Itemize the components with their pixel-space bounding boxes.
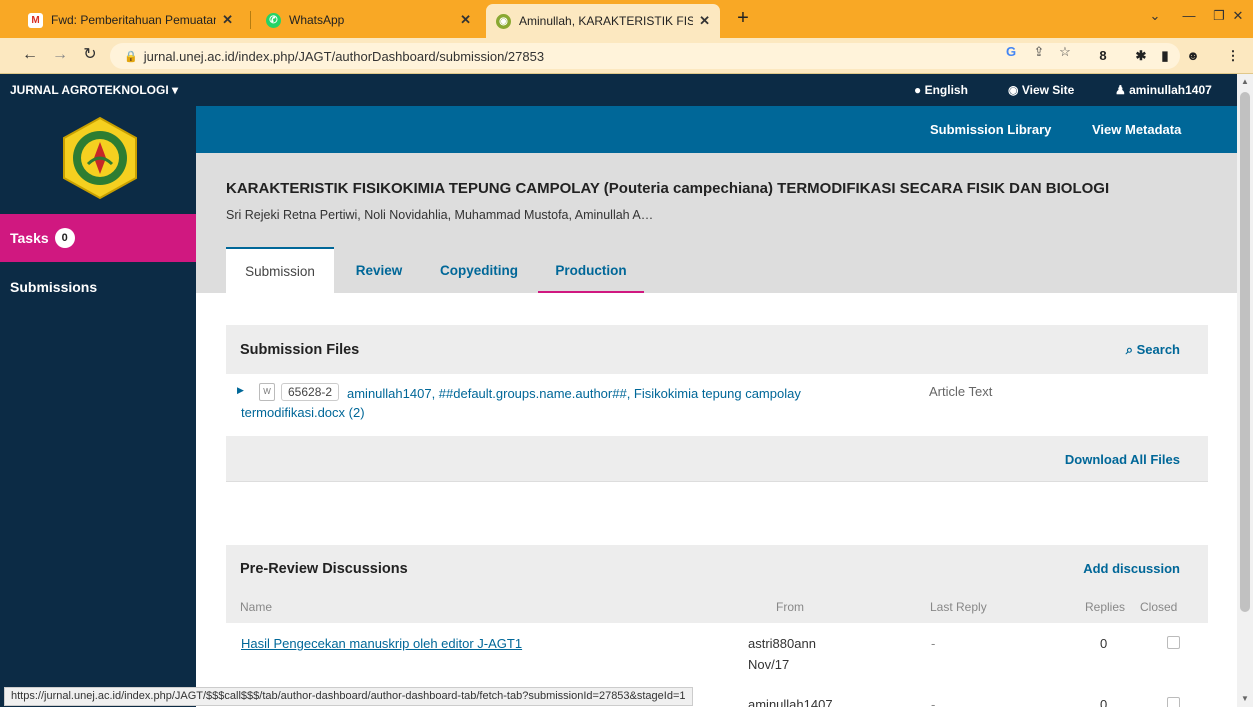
search-icon: ⌕ — [1125, 342, 1133, 357]
document-icon: W — [259, 383, 275, 401]
submission-header: KARAKTERISTIK FISIKOKIMIA TEPUNG CAMPOLA… — [196, 153, 1237, 293]
menu-kebab-icon[interactable]: ⋮ — [1224, 48, 1242, 64]
tab-copyediting[interactable]: Copyediting — [426, 247, 532, 293]
column-from: From — [776, 600, 804, 614]
bookmark-star-icon[interactable]: ☆ — [1056, 44, 1074, 60]
closed-checkbox[interactable] — [1167, 697, 1180, 707]
journal-switcher[interactable]: JURNAL AGROTEKNOLOGI ▾ — [10, 83, 178, 97]
submission-authors: Sri Rejeki Retna Pertiwi, Noli Novidahli… — [226, 208, 654, 222]
app-topbar: JURNAL AGROTEKNOLOGI ▾ ● English ◉ View … — [0, 74, 1237, 106]
discussion-from: aminullah1407 — [748, 697, 833, 707]
file-type: Article Text — [929, 384, 993, 399]
tab-review[interactable]: Review — [346, 247, 412, 293]
tab-production-underline — [538, 291, 644, 293]
scroll-down-icon[interactable]: ▼ — [1237, 694, 1253, 703]
tasks-label: Tasks — [10, 230, 49, 246]
view-site-link[interactable]: ◉ View Site — [1008, 83, 1074, 97]
address-bar-row: ← → ↻ 🔒 jurnal.unej.ac.id/index.php/JAGT… — [0, 38, 1253, 74]
discussion-replies: 0 — [1100, 636, 1108, 651]
closed-checkbox[interactable] — [1167, 636, 1180, 649]
view-metadata-link[interactable]: View Metadata — [1092, 122, 1181, 137]
share-icon[interactable]: ⇪ — [1030, 44, 1048, 60]
user-menu[interactable]: ♟ aminullah1407 — [1115, 83, 1212, 97]
submission-actions-bar: Submission Library View Metadata — [196, 106, 1237, 153]
discussion-from: astri880ann — [748, 636, 816, 651]
table-row: Hasil Pengecekan manuskrip oleh editor J… — [226, 623, 1208, 685]
eye-icon: ◉ — [1008, 83, 1019, 97]
page-scrollbar[interactable]: ▲ ▼ — [1237, 74, 1253, 707]
globe-icon: ● — [914, 83, 922, 97]
minimize-icon[interactable]: — — [1177, 8, 1201, 23]
reload-icon[interactable]: ↻ — [80, 46, 100, 64]
tab-submission[interactable]: Submission — [226, 247, 334, 293]
submission-library-link[interactable]: Submission Library — [930, 122, 1051, 137]
browser-tab-active[interactable]: ◉ Aminullah, KARAKTERISTIK FISIK ✕ — [486, 4, 720, 38]
discussions-title: Pre-Review Discussions — [240, 561, 408, 577]
expand-caret-icon[interactable]: ▶ — [237, 385, 244, 396]
scrollbar-thumb[interactable] — [1240, 92, 1250, 612]
gmail-icon: M — [28, 12, 43, 28]
user-icon: ♟ — [1115, 83, 1126, 97]
file-row: ▶ W 65628-2 aminullah1407, ##default.gro… — [226, 374, 1208, 436]
add-discussion-link[interactable]: Add discussion — [1083, 561, 1180, 576]
sidebar: Tasks 0 Submissions — [0, 106, 196, 707]
browser-tab-gmail[interactable]: M Fwd: Pemberitahuan Pemuatan N ✕ — [18, 6, 243, 34]
new-tab-button[interactable]: + — [732, 8, 754, 28]
google-icon[interactable]: G — [1002, 44, 1020, 59]
tab-title: Aminullah, KARAKTERISTIK FISIK — [519, 14, 694, 28]
discussion-date: Nov/17 — [748, 657, 790, 672]
discussions-header: Pre-Review Discussions Add discussion — [226, 545, 1208, 623]
discussion-replies: 0 — [1100, 697, 1108, 707]
download-all-files-link[interactable]: Download All Files — [1065, 452, 1180, 467]
scroll-up-icon[interactable]: ▲ — [1237, 77, 1253, 86]
ojs-icon: ◉ — [496, 13, 511, 29]
close-tab-icon[interactable]: ✕ — [460, 12, 471, 28]
language-link[interactable]: ● English — [914, 83, 968, 97]
status-url-tooltip: https://jurnal.unej.ac.id/index.php/JAGT… — [4, 687, 693, 706]
tab-separator — [250, 11, 251, 29]
close-tab-icon[interactable]: ✕ — [699, 13, 710, 29]
files-footer: Download All Files — [226, 436, 1208, 482]
sidepanel-icon[interactable]: ▮ — [1156, 48, 1174, 64]
discussion-last-reply: - — [931, 697, 936, 707]
back-icon[interactable]: ← — [20, 46, 40, 64]
tab-search-icon[interactable]: ⌄ — [1143, 8, 1167, 24]
whatsapp-icon: ✆ — [266, 12, 281, 28]
submission-files-header: Submission Files ⌕ Search — [226, 325, 1208, 374]
tab-title: WhatsApp — [289, 13, 345, 27]
extension-icon[interactable]: 8 — [1094, 48, 1112, 63]
column-closed: Closed — [1140, 600, 1178, 614]
university-logo — [63, 116, 137, 200]
column-name: Name — [240, 600, 273, 614]
search-files-link[interactable]: ⌕ Search — [1126, 342, 1180, 358]
close-tab-icon[interactable]: ✕ — [222, 12, 233, 28]
forward-icon[interactable]: → — [50, 46, 70, 64]
discussion-link[interactable]: Hasil Pengecekan manuskrip oleh editor J… — [241, 636, 522, 651]
puzzle-icon[interactable]: ✱ — [1132, 48, 1150, 64]
close-window-icon[interactable]: ✕ — [1226, 8, 1250, 24]
file-name-link-cont[interactable]: termodifikasi.docx (2) — [241, 405, 365, 420]
browser-tab-strip: M Fwd: Pemberitahuan Pemuatan N ✕ ✆ What… — [0, 0, 1253, 38]
sidebar-item-submissions[interactable]: Submissions — [10, 279, 97, 295]
submission-title: KARAKTERISTIK FISIKOKIMIA TEPUNG CAMPOLA… — [226, 180, 1110, 197]
tab-production[interactable]: Production — [538, 247, 644, 293]
profile-avatar-icon[interactable]: ☻ — [1184, 48, 1202, 63]
lock-icon: 🔒 — [124, 50, 138, 63]
browser-tab-whatsapp[interactable]: ✆ WhatsApp ✕ — [256, 6, 481, 34]
submission-files-title: Submission Files — [240, 342, 360, 358]
url-text: jurnal.unej.ac.id/index.php/JAGT/authorD… — [143, 48, 545, 64]
tasks-button[interactable]: Tasks 0 — [0, 214, 196, 262]
tasks-count-badge: 0 — [54, 228, 75, 248]
column-last-reply: Last Reply — [930, 600, 987, 614]
discussion-last-reply: - — [931, 636, 936, 651]
file-id-badge: 65628-2 — [281, 383, 340, 401]
column-replies: Replies — [1085, 600, 1126, 614]
tab-title: Fwd: Pemberitahuan Pemuatan N — [51, 13, 217, 27]
